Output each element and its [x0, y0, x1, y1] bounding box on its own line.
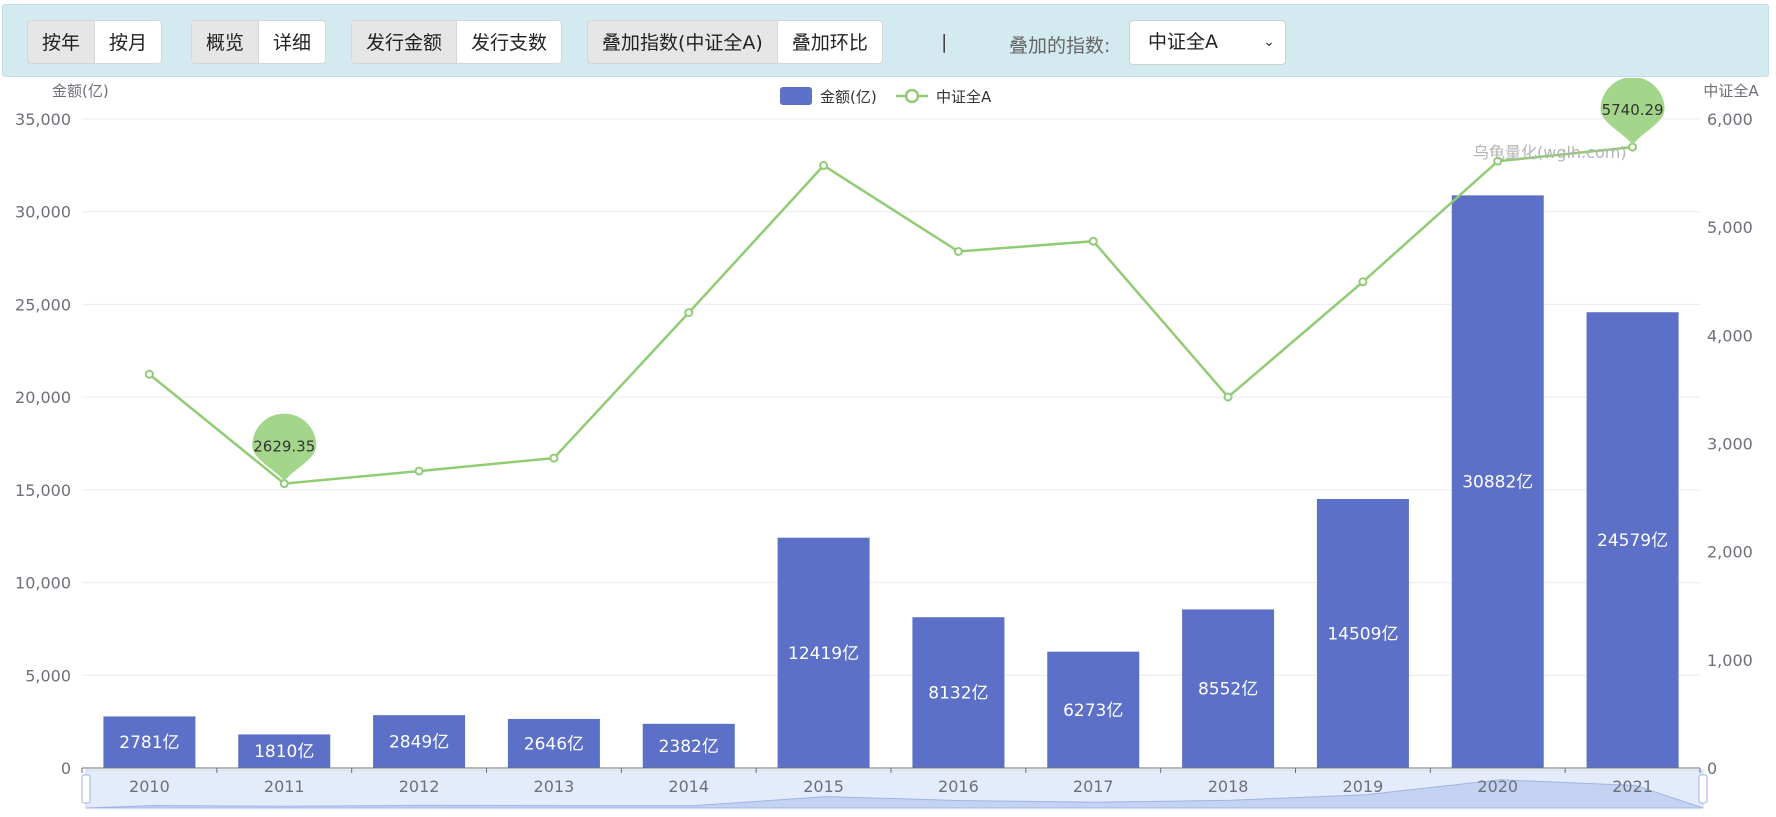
- bar-data-label: 30882亿: [1462, 473, 1533, 493]
- y-tick-label: 0: [61, 759, 71, 778]
- view-toggle: 概览 详细: [191, 20, 327, 64]
- by-year-button[interactable]: 按年: [27, 20, 96, 64]
- line-point: [414, 466, 424, 476]
- y2-tick-label: 4,000: [1707, 326, 1753, 345]
- y-tick-label: 15,000: [15, 481, 71, 500]
- line-point: [1088, 236, 1098, 246]
- line-point: [953, 247, 963, 257]
- bar-data-label: 1810亿: [254, 742, 314, 762]
- line-point: [549, 453, 559, 463]
- x-tick-label: 2010: [129, 777, 170, 796]
- y-axis-title: 金额(亿): [52, 82, 109, 100]
- x-tick-label: 2011: [264, 777, 305, 796]
- chevron-down-icon: ⌄: [1263, 34, 1275, 50]
- y2-tick-label: 6,000: [1707, 110, 1753, 129]
- legend-line-marker: [904, 88, 920, 104]
- overlay-mom-button[interactable]: 叠加环比: [777, 20, 883, 64]
- y-tick-label: 25,000: [15, 295, 71, 314]
- bar-data-label: 2781亿: [119, 733, 179, 753]
- x-tick-label: 2016: [938, 777, 979, 796]
- y-tick-label: 30,000: [15, 203, 71, 222]
- y-tick-label: 20,000: [15, 388, 71, 407]
- x-tick-label: 2019: [1343, 777, 1384, 796]
- chart: 0 5,000 10,000 15,000 20,000 25,000 30,000 35,0…: [15, 78, 1759, 809]
- line-point: [684, 308, 694, 318]
- y2-tick-label: 3,000: [1707, 435, 1753, 454]
- y2-axis-title: 中证全A: [1703, 82, 1759, 100]
- zoom-handle-left: [81, 774, 91, 804]
- bar-data-label: 2849亿: [389, 733, 449, 753]
- overlay-toggle: 叠加指数(中证全A) 叠加环比: [587, 20, 883, 64]
- bar-data-label: 12419亿: [788, 644, 859, 664]
- bar-data-label: 8552亿: [1198, 680, 1258, 700]
- bar-data-label: 24579亿: [1597, 531, 1668, 551]
- bar-data-label: 2382亿: [659, 737, 719, 757]
- watermark: 乌龟量化(wglh.com): [1473, 143, 1627, 162]
- y2-tick-label: 0: [1707, 759, 1717, 778]
- toolbar-separator: |: [941, 31, 948, 53]
- y2-tick-label: 2,000: [1707, 543, 1753, 562]
- bar-data-label: 14509亿: [1327, 624, 1398, 644]
- legend-bar-label: 金额(亿): [820, 88, 877, 106]
- x-tick-label: 2021: [1612, 777, 1653, 796]
- index-label: 叠加的指数:: [1009, 35, 1111, 57]
- x-tick-label: 2018: [1208, 777, 1249, 796]
- y-tick-label: 35,000: [15, 110, 71, 129]
- marker-label: 2629.35: [253, 438, 315, 456]
- index-select[interactable]: 中证全A ⌄: [1129, 20, 1286, 65]
- line-series: [148, 145, 1633, 485]
- overview-button[interactable]: 概览: [191, 20, 260, 64]
- bar-data-label: 2646亿: [524, 734, 584, 754]
- x-tick-label: 2014: [668, 777, 709, 796]
- legend-bar-swatch: [780, 87, 812, 105]
- y2-tick-label: 5,000: [1707, 218, 1753, 237]
- marker-label: 5740.29: [1602, 101, 1664, 119]
- line-point: [1358, 277, 1368, 287]
- line-point: [819, 161, 829, 171]
- index-select-value: 中证全A: [1148, 31, 1218, 53]
- metric-toggle: 发行金额 发行支数: [351, 20, 563, 64]
- x-tick-label: 2013: [534, 777, 575, 796]
- x-tick-label: 2017: [1073, 777, 1114, 796]
- line-point: [1223, 392, 1233, 402]
- y-tick-label: 10,000: [15, 574, 71, 593]
- x-tick-label: 2012: [399, 777, 440, 796]
- detail-button[interactable]: 详细: [259, 20, 327, 64]
- period-toggle: 按年 按月: [27, 20, 163, 64]
- y-tick-label: 5,000: [25, 666, 71, 685]
- x-tick-label: 2020: [1477, 777, 1518, 796]
- x-tick-label: 2015: [803, 777, 844, 796]
- overlay-index-button[interactable]: 叠加指数(中证全A): [587, 20, 778, 64]
- line-point: [144, 369, 154, 379]
- bar-data-label: 8132亿: [928, 684, 988, 704]
- toolbar: 按年 按月 概览 详细 发行金额 发行支数 叠加指数(中证全A) 叠加环比 | …: [2, 4, 1769, 77]
- y2-tick-label: 1,000: [1707, 651, 1753, 670]
- issue-count-button[interactable]: 发行支数: [457, 20, 563, 64]
- bar-data-label: 6273亿: [1063, 701, 1123, 721]
- by-month-button[interactable]: 按月: [95, 20, 163, 64]
- legend-line-label: 中证全A: [936, 88, 992, 106]
- zoom-handle-right: [1698, 774, 1708, 804]
- issue-amount-button[interactable]: 发行金额: [351, 20, 458, 64]
